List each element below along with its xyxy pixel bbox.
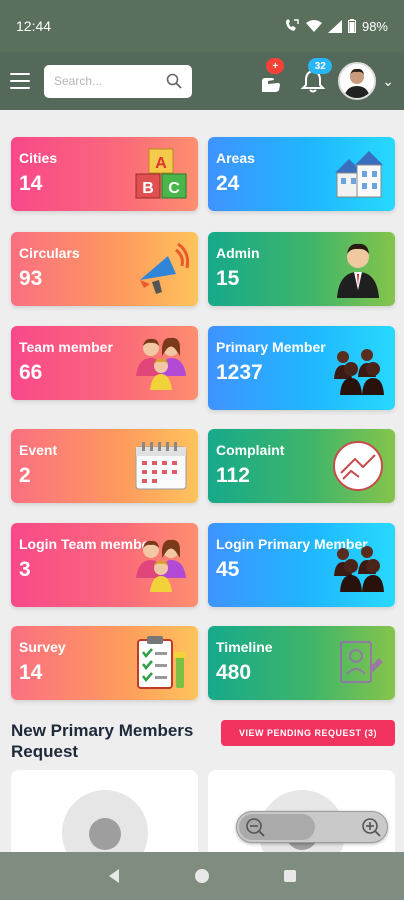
status-time: 12:44 (16, 18, 52, 34)
card-areas[interactable]: Areas 24 (208, 137, 395, 211)
battery-icon (347, 19, 356, 33)
wifi-icon (305, 19, 322, 32)
requests-section-title: New Primary Members Request (11, 721, 194, 761)
call-forward-icon (285, 19, 299, 31)
request-card[interactable] (11, 770, 198, 860)
card-admin[interactable]: Admin 15 (208, 232, 395, 306)
home-icon[interactable] (194, 868, 210, 884)
card-team-member[interactable]: Team member 66 (11, 326, 198, 400)
recents-icon[interactable] (283, 869, 297, 883)
user-photo-icon (344, 68, 371, 98)
search-box[interactable] (44, 64, 192, 98)
card-timeline[interactable]: Timeline 480 (208, 626, 395, 700)
chevron-down-icon[interactable]: ⌄ (382, 73, 394, 90)
back-icon[interactable] (107, 868, 121, 884)
avatar[interactable] (338, 62, 377, 100)
people-group-icon (334, 546, 384, 592)
building-icon (335, 151, 383, 198)
app-bar: + 32 ⌄ (0, 52, 404, 110)
signal-icon (327, 19, 342, 33)
card-cities[interactable]: Cities 14 A B C (11, 137, 198, 211)
card-circulars[interactable]: Circulars 93 (11, 232, 198, 306)
abc-blocks-icon: A B C (135, 148, 187, 199)
battery-percent: 98% (361, 18, 388, 34)
zoom-out-icon[interactable] (245, 817, 265, 837)
svg-text:B: B (142, 180, 154, 197)
zoom-control[interactable] (236, 811, 388, 843)
card-primary-member[interactable]: Primary Member 1237 (208, 326, 395, 410)
card-complaint[interactable]: Complaint 112 (208, 429, 395, 503)
card-survey[interactable]: Survey 14 (11, 626, 198, 700)
zoom-in-icon[interactable] (361, 817, 381, 837)
search-input[interactable] (54, 74, 166, 88)
family-icon (136, 539, 186, 592)
menu-icon[interactable] (10, 73, 30, 89)
people-group-icon (334, 349, 384, 395)
clipboard-icon (137, 636, 186, 689)
bell-button[interactable]: 32 (296, 58, 333, 98)
card-login-team-member[interactable]: Login Team member 3 (11, 523, 198, 607)
complaint-icon (333, 441, 383, 491)
status-bar: 12:44 98% (0, 0, 404, 52)
family-icon (136, 337, 186, 390)
businessman-icon (337, 243, 379, 298)
notification-button[interactable]: + (254, 58, 288, 98)
notification-badge: + (266, 58, 285, 74)
status-icons: 98% (284, 19, 388, 34)
card-login-primary-member[interactable]: Login Primary Member 45 (208, 523, 395, 607)
avatar-placeholder (61, 790, 148, 860)
bell-badge: 32 (308, 58, 333, 74)
calendar-icon (135, 442, 187, 490)
search-icon[interactable] (166, 73, 182, 89)
svg-text:C: C (168, 180, 180, 197)
megaphone-icon (140, 242, 190, 294)
system-nav-bar (0, 852, 404, 900)
svg-text:A: A (155, 155, 167, 172)
card-event[interactable]: Event 2 (11, 429, 198, 503)
timeline-icon (340, 641, 383, 683)
view-pending-request-button[interactable]: VIEW PENDING REQUEST (3) (221, 720, 395, 746)
